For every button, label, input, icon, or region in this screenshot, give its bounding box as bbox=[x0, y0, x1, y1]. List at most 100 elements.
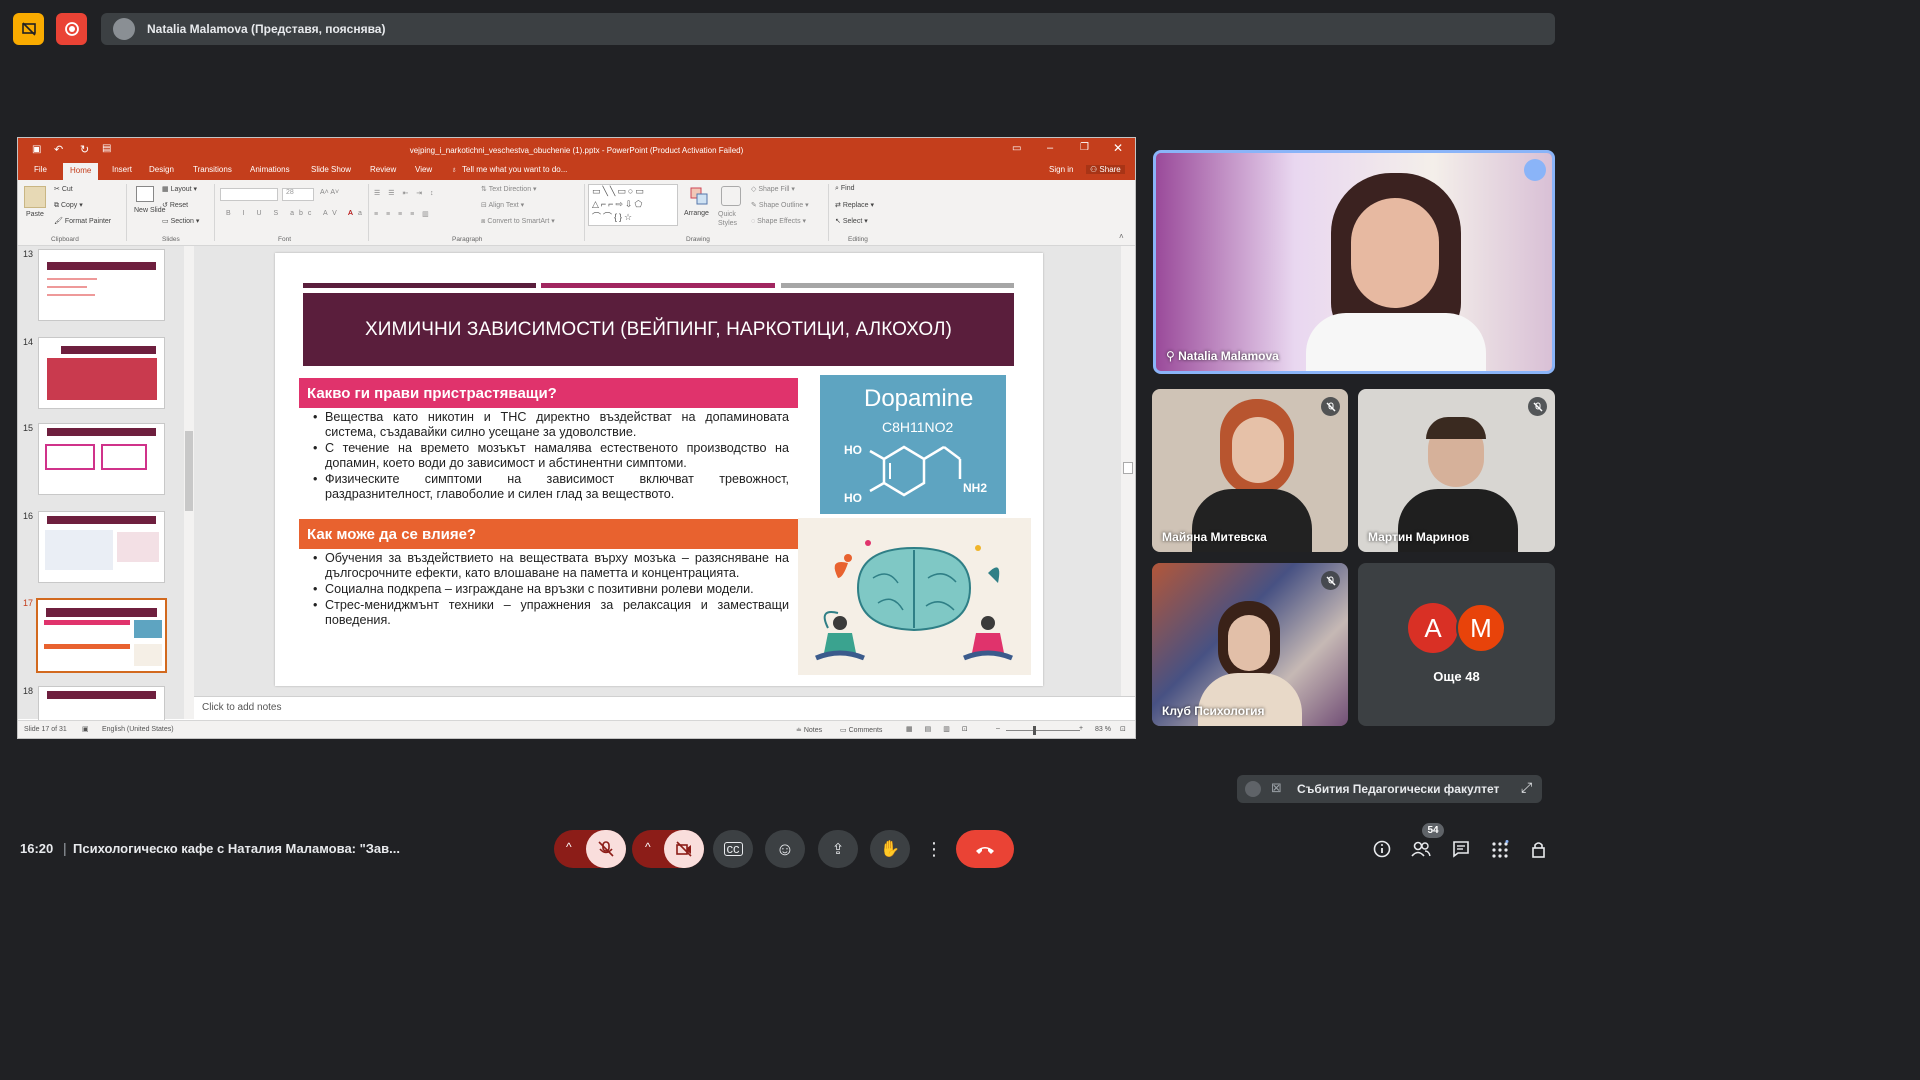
people-button[interactable] bbox=[1410, 838, 1432, 860]
notes-toggle[interactable]: ≐ Notes bbox=[796, 726, 822, 734]
camera-options-chevron-icon[interactable]: ^ bbox=[645, 840, 651, 854]
replace-button[interactable]: ⇄ Replace ▾ bbox=[835, 201, 874, 209]
slide[interactable]: ХИМИЧНИ ЗАВИСИМОСТИ (ВЕЙПИНГ, НАРКОТИЦИ,… bbox=[275, 253, 1043, 686]
language[interactable]: English (United States) bbox=[102, 726, 174, 733]
reactions-button[interactable]: ☺ bbox=[765, 830, 805, 868]
shape-outline-button[interactable]: ✎ Shape Outline ▾ bbox=[751, 201, 809, 209]
cut-button[interactable]: ✂ Cut bbox=[54, 185, 73, 193]
format-painter-button[interactable]: 🖌 Format Painter bbox=[54, 217, 111, 225]
tab-transitions[interactable]: Transitions bbox=[193, 165, 232, 174]
slide-thumbnail-selected[interactable] bbox=[36, 598, 167, 673]
list-icons[interactable]: ☰ ☰ ⇤ ⇥ ↕ bbox=[374, 189, 437, 197]
expand-icon[interactable]: ⤢ bbox=[1521, 779, 1532, 796]
font-size-box[interactable]: 28 bbox=[282, 188, 314, 201]
convert-smartart-button[interactable]: ⧈ Convert to SmartArt ▾ bbox=[481, 217, 555, 226]
text-direction-button[interactable]: ⇅ Text Direction ▾ bbox=[481, 185, 537, 193]
tab-slide-show[interactable]: Slide Show bbox=[311, 165, 351, 174]
arrange-icon[interactable] bbox=[689, 186, 709, 206]
tab-file[interactable]: File bbox=[34, 165, 47, 174]
event-pill[interactable]: ⊠ Събития Педагогически факултет ⤢ bbox=[1237, 775, 1542, 803]
zoom-level[interactable]: 83 % bbox=[1095, 726, 1111, 733]
font-format-icons[interactable]: B I U S abc AV Aa bbox=[226, 210, 367, 217]
captions-button[interactable]: cc bbox=[713, 830, 753, 868]
slide-thumbnail[interactable] bbox=[38, 423, 165, 495]
font-grow-shrink-icon[interactable]: A˄ A˅ bbox=[320, 189, 339, 196]
tab-view[interactable]: View bbox=[415, 165, 432, 174]
tell-me-box[interactable]: Tell me what you want to do... bbox=[462, 165, 567, 174]
shape-effects-button[interactable]: ◌ Shape Effects ▾ bbox=[751, 217, 806, 225]
collapse-ribbon-icon[interactable]: ˄ bbox=[1119, 232, 1124, 241]
align-text-button[interactable]: ⊟ Align Text ▾ bbox=[481, 201, 524, 209]
presentation-off-icon[interactable] bbox=[13, 13, 44, 45]
notes-pane[interactable]: Click to add notes bbox=[194, 696, 1135, 719]
share-button[interactable]: ⚇ Share bbox=[1086, 165, 1125, 174]
spell-check-icon[interactable]: ▣ bbox=[82, 725, 89, 733]
camera-toggle-button[interactable] bbox=[664, 830, 704, 868]
font-name-box[interactable] bbox=[220, 188, 278, 201]
slide-thumbnail[interactable] bbox=[38, 249, 165, 321]
dopamine-image: Dopamine C8H11NO2 HO HO NH2 bbox=[820, 375, 1006, 514]
tab-insert[interactable]: Insert bbox=[112, 165, 132, 174]
close-icon[interactable]: ✕ bbox=[1113, 141, 1123, 155]
tab-design[interactable]: Design bbox=[149, 165, 174, 174]
font-color-icon[interactable]: A bbox=[348, 210, 353, 217]
paste-icon[interactable] bbox=[24, 186, 46, 208]
slide-thumbnail[interactable] bbox=[38, 337, 165, 409]
shape-fill-button[interactable]: ◇ Shape Fill ▾ bbox=[751, 185, 795, 193]
participant-tile[interactable]: Мартин Маринов bbox=[1358, 389, 1555, 552]
slide-thumbnails-pane[interactable]: 13 14 15 16 17 18 bbox=[18, 246, 184, 726]
more-participants-tile[interactable]: A M Още 48 bbox=[1358, 563, 1555, 726]
minimize-icon[interactable]: – bbox=[1047, 142, 1053, 154]
tab-review[interactable]: Review bbox=[370, 165, 396, 174]
slide-thumbnail[interactable] bbox=[38, 511, 165, 583]
chat-button[interactable] bbox=[1450, 838, 1472, 860]
host-controls-button[interactable] bbox=[1528, 838, 1550, 860]
quick-styles-label[interactable]: Quick Styles bbox=[718, 210, 746, 228]
new-slide-icon[interactable] bbox=[136, 186, 154, 202]
find-button[interactable]: ⌕ Find bbox=[835, 185, 855, 193]
comments-toggle[interactable]: ▭ Comments bbox=[840, 726, 882, 734]
present-button[interactable]: ⇪ bbox=[818, 830, 858, 868]
thumb-number: 16 bbox=[23, 511, 34, 521]
tab-home[interactable]: Home bbox=[63, 163, 99, 180]
section-button[interactable]: ▭ Section ▾ bbox=[162, 217, 199, 225]
tab-animations[interactable]: Animations bbox=[250, 165, 290, 174]
shapes-gallery[interactable]: ▭╲╲▭○▭ △⌐⌐⇨⇩⬠ ⌒⌒{}☆ bbox=[588, 184, 678, 226]
arrange-label[interactable]: Arrange bbox=[684, 210, 709, 217]
mic-off-icon bbox=[1245, 781, 1261, 797]
zoom-slider-thumb[interactable] bbox=[1033, 726, 1036, 735]
zoom-slider[interactable] bbox=[1006, 730, 1080, 731]
leave-call-button[interactable] bbox=[956, 830, 1014, 868]
reset-button[interactable]: ↺ Reset bbox=[162, 201, 188, 209]
participant-tile[interactable]: Клуб Психология bbox=[1152, 563, 1348, 726]
view-icons[interactable]: ▦▤▥⊡ bbox=[906, 725, 980, 733]
slide-scrollbar[interactable] bbox=[1121, 246, 1135, 696]
fit-slide-icon[interactable]: ⊡ bbox=[1120, 725, 1126, 733]
align-icons[interactable]: ≡ ≡ ≡ ≡ ▥ bbox=[374, 210, 432, 218]
mic-options-chevron-icon[interactable]: ^ bbox=[566, 840, 572, 854]
more-options-button[interactable]: ⋮ bbox=[922, 830, 946, 868]
mic-toggle-button[interactable] bbox=[586, 830, 626, 868]
activities-button[interactable] bbox=[1489, 838, 1511, 860]
zoom-in-icon[interactable]: + bbox=[1079, 725, 1083, 732]
thumbnail-scroll-thumb[interactable] bbox=[185, 431, 193, 511]
paste-label[interactable]: Paste bbox=[26, 211, 44, 218]
zoom-out-icon[interactable]: – bbox=[996, 725, 1000, 732]
new-slide-label[interactable]: New Slide bbox=[134, 207, 166, 214]
participant-tile-presenter[interactable]: ⚲ Natalia Malamova bbox=[1153, 150, 1555, 374]
slide-scroll-thumb[interactable] bbox=[1123, 462, 1133, 474]
quick-styles-icon[interactable] bbox=[721, 186, 741, 206]
recording-icon[interactable] bbox=[56, 13, 87, 45]
ribbon-display-icon[interactable]: ▭ bbox=[1012, 143, 1021, 154]
thumbnail-scrollbar[interactable] bbox=[184, 246, 194, 719]
brain-illustration-icon bbox=[815, 540, 1013, 661]
meeting-info-button[interactable] bbox=[1371, 838, 1393, 860]
restore-icon[interactable]: ❐ bbox=[1080, 142, 1089, 153]
copy-button[interactable]: ⧉ Copy ▾ bbox=[54, 201, 83, 210]
raise-hand-button[interactable]: ✋ bbox=[870, 830, 910, 868]
participant-tile[interactable]: Майяна Митевска bbox=[1152, 389, 1348, 552]
notes-placeholder[interactable]: Click to add notes bbox=[202, 702, 282, 713]
layout-button[interactable]: ▦ Layout ▾ bbox=[162, 185, 197, 193]
sign-in-link[interactable]: Sign in bbox=[1049, 165, 1073, 174]
select-button[interactable]: ↖ Select ▾ bbox=[835, 217, 868, 225]
